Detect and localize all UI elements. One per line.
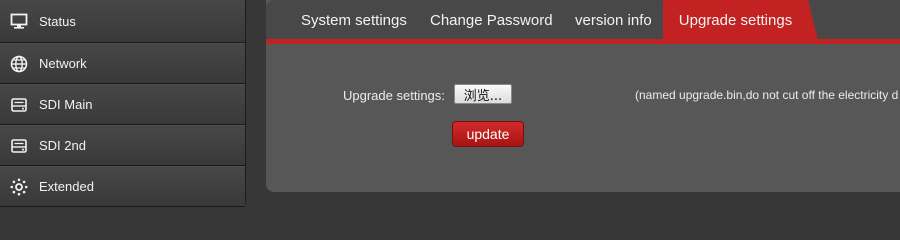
sidebar-item-network[interactable]: Network bbox=[0, 43, 245, 84]
update-button[interactable]: update bbox=[452, 121, 524, 147]
upgrade-panel: System settings Change Password version … bbox=[266, 0, 900, 192]
sidebar-item-sdi-2nd[interactable]: SDI 2nd bbox=[0, 125, 245, 166]
monitor-icon bbox=[9, 11, 29, 31]
tab-label: Change Password bbox=[430, 11, 553, 29]
tab-version-info[interactable]: version info bbox=[575, 0, 652, 40]
tab-label: version info bbox=[575, 11, 652, 29]
tab-label: Upgrade settings bbox=[678, 11, 793, 29]
sidebar-item-extended[interactable]: Extended bbox=[0, 166, 245, 207]
globe-icon bbox=[9, 54, 29, 74]
sidebar: Status Network SDI Main SDI 2nd Extended bbox=[0, 0, 246, 207]
sidebar-item-label: SDI 2nd bbox=[39, 138, 86, 153]
tab-label: System settings bbox=[301, 11, 407, 29]
drive-icon bbox=[9, 95, 29, 115]
upgrade-field-label: Upgrade settings: bbox=[343, 88, 445, 103]
sidebar-item-label: Status bbox=[39, 13, 76, 29]
sidebar-item-sdi-main[interactable]: SDI Main bbox=[0, 84, 245, 125]
tab-change-password[interactable]: Change Password bbox=[430, 0, 553, 40]
sidebar-item-status[interactable]: Status bbox=[0, 0, 245, 43]
upgrade-hint-text: (named upgrade.bin,do not cut off the el… bbox=[635, 88, 899, 102]
sidebar-item-label: SDI Main bbox=[39, 97, 93, 112]
gear-icon bbox=[9, 177, 29, 197]
drive-icon bbox=[9, 136, 29, 156]
sidebar-item-label: Extended bbox=[39, 179, 94, 194]
tab-upgrade-settings[interactable]: Upgrade settings bbox=[663, 0, 808, 40]
browse-button[interactable]: 浏览... bbox=[454, 84, 512, 104]
tab-system-settings[interactable]: System settings bbox=[301, 0, 407, 40]
sidebar-item-label: Network bbox=[39, 56, 87, 71]
